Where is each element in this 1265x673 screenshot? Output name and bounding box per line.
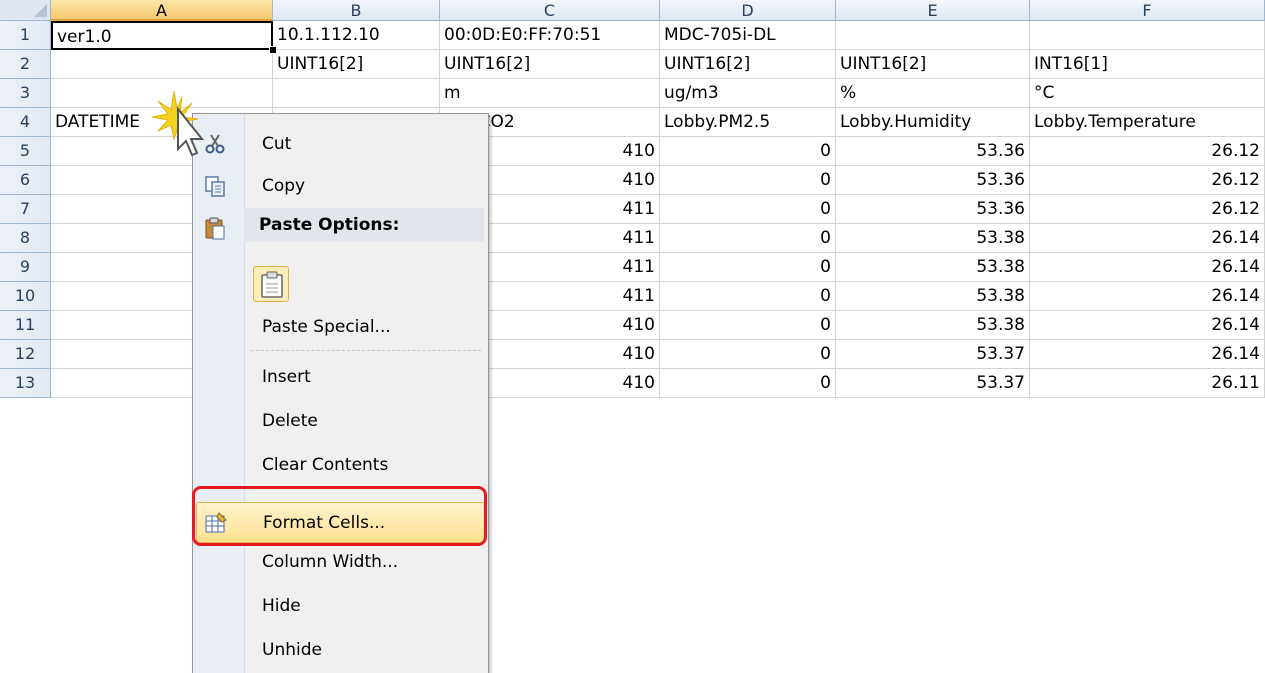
column-header-c[interactable]: C [440,0,660,21]
row-header[interactable]: 10 [0,282,51,311]
cell-c1[interactable]: 00:0D:E0:FF:70:51 [440,21,660,50]
menu-item-paste-special-label: Paste Special... [262,317,391,337]
paste-icon [205,217,225,240]
cell-e13[interactable]: 53.37 [836,369,1030,398]
row-header[interactable]: 1 [0,21,51,50]
row-header[interactable]: 7 [0,195,51,224]
column-header-f[interactable]: F [1030,0,1265,21]
row-header[interactable]: 8 [0,224,51,253]
cell-d1[interactable]: MDC-705i-DL [660,21,836,50]
menu-separator [251,350,481,351]
cell-d10[interactable]: 0 [660,282,836,311]
row-header[interactable]: 6 [0,166,51,195]
paste-button[interactable] [253,266,289,302]
cell-e9[interactable]: 53.38 [836,253,1030,282]
menu-item-unhide-label: Unhide [262,640,322,660]
cell-d6[interactable]: 0 [660,166,836,195]
cell-f1[interactable] [1030,21,1265,50]
highlight-annotation-box [192,486,487,546]
row-header[interactable]: 12 [0,340,51,369]
select-all-corner[interactable] [0,0,51,21]
cell-d12[interactable]: 0 [660,340,836,369]
cell-e11[interactable]: 53.38 [836,311,1030,340]
menu-item-clear-contents[interactable]: Clear Contents [196,445,485,486]
cursor-click-icon [152,90,205,157]
menu-item-insert[interactable]: Insert [196,357,485,398]
row-header[interactable]: 11 [0,311,51,340]
cell-e6[interactable]: 53.36 [836,166,1030,195]
cell-d2[interactable]: UINT16[2] [660,50,836,79]
row-header[interactable]: 13 [0,369,51,398]
menu-item-delete[interactable]: Delete [196,401,485,442]
cell-f11[interactable]: 26.14 [1030,311,1265,340]
cell-d13[interactable]: 0 [660,369,836,398]
cell-e10[interactable]: 53.38 [836,282,1030,311]
spreadsheet-grid[interactable]: A B C D E F 1 ver1.0 10.1.112.10 00:0D:E0:FF:70:5… [0,0,1265,495]
cell-f4[interactable]: Lobby.Temperature [1030,108,1265,137]
menu-item-paste-special[interactable]: Paste Special... [196,307,485,348]
cell-d3[interactable]: ug/m3 [660,79,836,108]
row-header[interactable]: 2 [0,50,51,79]
menu-item-copy-label: Copy [262,176,306,196]
menu-item-column-width[interactable]: Column Width... [196,542,485,583]
cell-f8[interactable]: 26.14 [1030,224,1265,253]
menu-item-copy[interactable]: Copy [196,166,485,207]
cell-b1[interactable]: 10.1.112.10 [273,21,440,50]
menu-item-unhide[interactable]: Unhide [196,630,485,671]
cell-a2[interactable] [51,50,273,79]
context-menu: Cut Copy Paste Options: Paste Special... [192,113,489,673]
cell-c2[interactable]: UINT16[2] [440,50,660,79]
cell-f6[interactable]: 26.12 [1030,166,1265,195]
paste-options-header: Paste Options: [244,208,484,242]
column-header-d[interactable]: D [660,0,836,21]
cell-e2[interactable]: UINT16[2] [836,50,1030,79]
cell-e4[interactable]: Lobby.Humidity [836,108,1030,137]
cell-f7[interactable]: 26.12 [1030,195,1265,224]
cell-e8[interactable]: 53.38 [836,224,1030,253]
menu-item-column-width-label: Column Width... [262,552,399,572]
cell-e7[interactable]: 53.36 [836,195,1030,224]
cell-d4[interactable]: Lobby.PM2.5 [660,108,836,137]
menu-item-hide[interactable]: Hide [196,586,485,627]
cell-f9[interactable]: 26.14 [1030,253,1265,282]
menu-item-cut[interactable]: Cut [196,124,485,165]
column-header-b[interactable]: B [273,0,440,21]
cell-b2[interactable]: UINT16[2] [273,50,440,79]
cell-d7[interactable]: 0 [660,195,836,224]
cell-f10[interactable]: 26.14 [1030,282,1265,311]
cell-c3[interactable]: m [440,79,660,108]
cell-d9[interactable]: 0 [660,253,836,282]
cell-e3[interactable]: % [836,79,1030,108]
row-header[interactable]: 4 [0,108,51,137]
cell-d11[interactable]: 0 [660,311,836,340]
menu-item-clear-contents-label: Clear Contents [262,455,389,475]
menu-item-insert-label: Insert [262,367,311,387]
cell-e12[interactable]: 53.37 [836,340,1030,369]
cell-d5[interactable]: 0 [660,137,836,166]
column-header-a[interactable]: A [51,0,273,21]
cell-e1[interactable] [836,21,1030,50]
cell-a1[interactable]: ver1.0 [51,21,273,50]
cell-f12[interactable]: 26.14 [1030,340,1265,369]
cell-f13[interactable]: 26.11 [1030,369,1265,398]
menu-item-delete-label: Delete [262,411,318,431]
paste-options-label: Paste Options: [259,215,400,235]
cell-b3[interactable] [273,79,440,108]
column-header-e[interactable]: E [836,0,1030,21]
row-header[interactable]: 3 [0,79,51,108]
fill-handle[interactable] [269,46,277,54]
row-header[interactable]: 5 [0,137,51,166]
menu-item-cut-label: Cut [262,134,292,154]
cell-e5[interactable]: 53.36 [836,137,1030,166]
clipboard-icon [261,271,283,298]
cell-f3[interactable]: °C [1030,79,1265,108]
cell-f2[interactable]: INT16[1] [1030,50,1265,79]
row-header[interactable]: 9 [0,253,51,282]
cell-d8[interactable]: 0 [660,224,836,253]
menu-item-hide-label: Hide [262,596,301,616]
cell-f5[interactable]: 26.12 [1030,137,1265,166]
copy-icon [205,176,225,197]
